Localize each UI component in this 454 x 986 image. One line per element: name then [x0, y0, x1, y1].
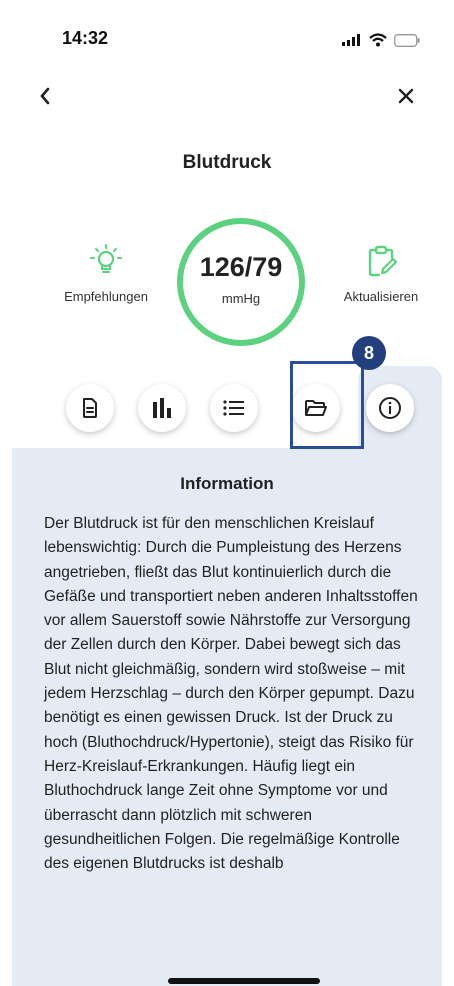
information-text: Der Blutdruck ist für den menschlichen K…: [44, 515, 418, 873]
list-icon: [223, 400, 244, 416]
signal-icon: [342, 34, 360, 46]
app-screen: 14:32 Blutdruck Empfehlungen 126/79 mmHg…: [12, 0, 442, 986]
home-indicator: [168, 978, 320, 984]
information-panel: Information Der Blutdruck ist für den me…: [12, 448, 442, 986]
close-button[interactable]: [396, 86, 420, 112]
bar-chart-icon: [153, 398, 171, 418]
recommendations-button[interactable]: Empfehlungen: [48, 244, 164, 304]
status-icons: [342, 33, 420, 47]
close-icon: [398, 88, 414, 104]
information-title: Information: [180, 474, 274, 493]
recommendations-label: Empfehlungen: [64, 289, 148, 304]
blood-pressure-value: 126/79: [199, 252, 283, 282]
tab-statistics[interactable]: [138, 384, 186, 432]
tab-list[interactable]: [210, 384, 258, 432]
step-badge: 8: [352, 336, 386, 370]
info-icon: [379, 397, 401, 419]
page-title: Blutdruck: [182, 152, 272, 173]
clipboard-edit-icon: [368, 245, 398, 277]
battery-icon: [394, 33, 420, 47]
document-icon: [83, 398, 97, 418]
lightbulb-icon: [90, 244, 122, 273]
wifi-icon: [369, 33, 387, 47]
tab-information[interactable]: [366, 384, 414, 432]
update-button[interactable]: Aktualisieren: [322, 244, 440, 304]
blood-pressure-gauge: 126/79 mmHg: [177, 218, 305, 346]
chevron-left-icon: [40, 87, 50, 105]
update-label: Aktualisieren: [343, 289, 419, 304]
tab-report[interactable]: [66, 384, 114, 432]
back-button[interactable]: [38, 86, 58, 112]
status-bar: 14:32: [12, 28, 442, 58]
status-time: 14:32: [62, 28, 109, 48]
blood-pressure-unit: mmHg: [221, 291, 261, 306]
highlight-box: [290, 361, 364, 449]
